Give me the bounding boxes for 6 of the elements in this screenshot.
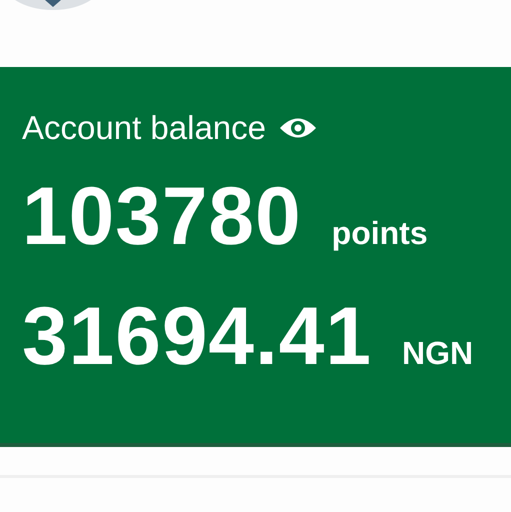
points-amount: 103780 (22, 170, 302, 264)
card-title: Account balance (22, 109, 266, 147)
money-amount: 31694.41 (22, 290, 372, 384)
currency-unit: NGN (402, 335, 474, 372)
avatar-icon (15, 0, 91, 10)
points-unit: points (332, 215, 428, 252)
